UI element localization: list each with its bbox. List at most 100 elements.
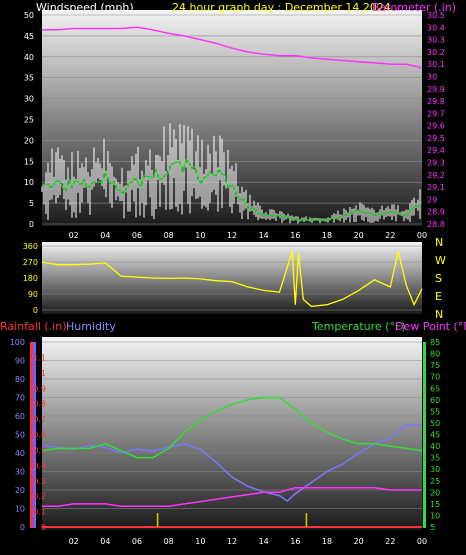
graph-title: 24 hour graph day : December 14 2024: [172, 1, 391, 14]
baro-tick-label: 29.5: [427, 134, 445, 143]
direction-tick-label: 180: [23, 274, 38, 283]
temp-tick-label: 10: [430, 511, 440, 520]
baro-tick-label: 30.2: [427, 48, 445, 57]
baro-tick-label: 30.4: [427, 23, 445, 32]
humidity-label: Humidity: [66, 320, 116, 333]
x-tick-label-bottom: 04: [100, 537, 110, 546]
compass-s: S: [435, 272, 442, 285]
wind-tick-label: 50: [24, 11, 34, 20]
humidity-tick-label: 70: [15, 394, 25, 403]
temp-tick-label: 50: [430, 419, 440, 428]
baro-tick-label: 30.3: [427, 36, 445, 45]
temp-tick-label: 5: [430, 523, 435, 532]
humidity-tick-label: 20: [15, 486, 25, 495]
humidity-tick-label: 60: [15, 412, 25, 421]
dewpoint-label: Dew Point (°F): [395, 320, 466, 333]
humidity-tick-label: 0: [20, 523, 25, 532]
rain-tick-label: 0.7: [33, 415, 46, 424]
x-tick-label-top: 12: [227, 231, 237, 240]
wind-tick-label: 20: [24, 136, 34, 145]
x-tick-label-bottom: 16: [290, 537, 300, 546]
weather-graph: Windspeed (mph) 24 hour graph day : Dece…: [0, 1, 466, 546]
temp-axis-bar: [423, 342, 426, 528]
baro-tick-label: 29.4: [427, 146, 445, 155]
humidity-tick-label: 90: [15, 357, 25, 366]
wind-tick-label: 15: [24, 157, 34, 166]
baro-tick-label: 28.8: [427, 220, 445, 229]
baro-tick-label: 30: [427, 72, 437, 81]
baro-tick-label: 29.8: [427, 97, 445, 106]
temp-tick-label: 80: [430, 350, 440, 359]
rain-tick-label: 0.8: [33, 400, 46, 409]
wind-tick-label: 5: [29, 199, 34, 208]
baro-tick-label: 30.5: [427, 11, 445, 20]
temp-tick-label: 40: [430, 442, 440, 451]
x-tick-label-bottom: 14: [259, 537, 269, 546]
x-tick-label-bottom: 22: [385, 537, 395, 546]
humidity-tick-label: 80: [15, 375, 25, 384]
x-tick-label-bottom: 12: [227, 537, 237, 546]
x-tick-label-top: 18: [322, 231, 332, 240]
compass-w: W: [435, 254, 446, 267]
temp-tick-label: 60: [430, 396, 440, 405]
humidity-tick-label: 50: [15, 431, 25, 440]
wind-tick-label: 0: [29, 220, 34, 229]
humidity-tick-label: 100: [10, 338, 25, 347]
baro-tick-label: 30.1: [427, 60, 445, 69]
baro-tick-label: 29.3: [427, 159, 445, 168]
compass-n-bottom: N: [435, 308, 443, 321]
wind-tick-label: 25: [24, 116, 34, 125]
wind-tick-label: 30: [24, 95, 34, 104]
temp-tick-label: 20: [430, 488, 440, 497]
direction-tick-label: 90: [28, 290, 38, 299]
compass-n-top: N: [435, 236, 443, 249]
temp-tick-label: 85: [430, 338, 440, 347]
rain-tick-label: 0.4: [33, 461, 46, 470]
x-tick-label-top: 22: [385, 231, 395, 240]
rain-tick-label: 0.3: [33, 477, 46, 486]
baro-tick-label: 29.1: [427, 183, 445, 192]
baro-tick-label: 29.7: [427, 109, 445, 118]
rain-tick-label: 0.6: [33, 431, 46, 440]
wind-label: Windspeed (mph): [36, 1, 134, 14]
x-tick-label-bottom: 08: [164, 537, 174, 546]
wind-tick-label: 40: [24, 53, 34, 62]
temp-panel: [42, 337, 422, 530]
baro-tick-label: 29.2: [427, 171, 445, 180]
wind-tick-label: 10: [24, 178, 34, 187]
temp-tick-label: 70: [430, 373, 440, 382]
temp-tick-label: 35: [430, 454, 440, 463]
x-tick-label-top: 00: [417, 231, 427, 240]
temp-label: Temperature (°F): [311, 320, 406, 333]
temp-tick-label: 75: [430, 361, 440, 370]
x-tick-label-bottom: 20: [354, 537, 364, 546]
temp-tick-label: 65: [430, 384, 440, 393]
rain-tick-label: 1.1: [33, 353, 46, 362]
x-tick-label-bottom: 06: [132, 537, 142, 546]
direction-tick-label: 360: [23, 242, 38, 251]
rain-tick-label: 0.1: [33, 508, 46, 517]
x-tick-label-bottom: 10: [195, 537, 205, 546]
temp-tick-label: 25: [430, 477, 440, 486]
direction-tick-label: 270: [23, 258, 38, 267]
humidity-tick-label: 30: [15, 468, 25, 477]
baro-tick-label: 28.9: [427, 208, 445, 217]
wind-tick-label: 45: [24, 32, 34, 41]
temp-tick-label: 30: [430, 465, 440, 474]
baro-tick-label: 29.9: [427, 85, 445, 94]
x-tick-label-top: 04: [100, 231, 110, 240]
rain-tick-label: 0.2: [33, 492, 46, 501]
baro-tick-label: 29: [427, 195, 437, 204]
wind-tick-label: 35: [24, 74, 34, 83]
x-tick-label-bottom: 18: [322, 537, 332, 546]
x-tick-label-bottom: 00: [417, 537, 427, 546]
temp-tick-label: 45: [430, 431, 440, 440]
x-tick-label-top: 10: [195, 231, 205, 240]
temp-tick-label: 15: [430, 500, 440, 509]
rain-tick-label: 1: [41, 369, 46, 378]
rain-tick-label: 0.9: [33, 384, 46, 393]
x-tick-label-bottom: 02: [69, 537, 79, 546]
x-tick-label-top: 16: [290, 231, 300, 240]
temp-tick-label: 55: [430, 407, 440, 416]
humidity-tick-label: 40: [15, 449, 25, 458]
